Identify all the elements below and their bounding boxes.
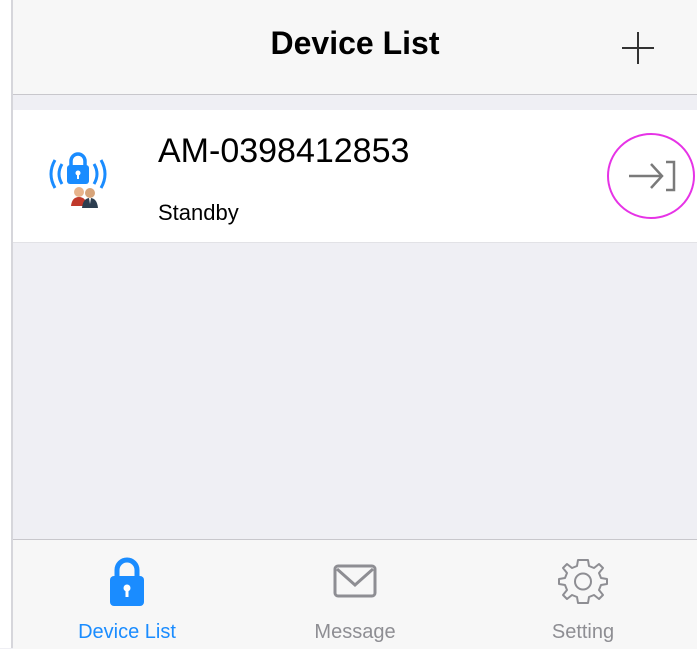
- tab-label: Message: [314, 621, 396, 643]
- add-device-button[interactable]: [618, 28, 658, 68]
- lock-icon: [110, 557, 144, 606]
- device-name: AM-0398412853: [158, 132, 410, 170]
- plus-icon: [622, 32, 654, 64]
- tab-label: Setting: [551, 621, 615, 643]
- navigation-bar: Device List: [13, 0, 697, 95]
- enter-arrow-icon: [607, 133, 695, 219]
- wireless-lock-users-icon: [43, 146, 119, 210]
- tab-label: Device List: [78, 621, 176, 643]
- envelope-icon: [333, 564, 377, 598]
- gear-icon: [558, 559, 608, 604]
- device-list-item[interactable]: AM-0398412853 Standby: [13, 110, 697, 243]
- tab-setting[interactable]: Setting: [469, 540, 697, 649]
- device-status: Standby: [158, 200, 239, 225]
- app-container: Device List AM-0398412853 Standby Device…: [13, 0, 697, 649]
- left-edge-divider: [0, 0, 13, 648]
- tab-device-list[interactable]: Device List: [13, 540, 241, 649]
- page-title: Device List: [270, 25, 440, 61]
- tab-message[interactable]: Message: [241, 540, 469, 649]
- tab-bar: Device List Message Setting: [13, 539, 697, 649]
- enter-device-button[interactable]: [606, 131, 696, 221]
